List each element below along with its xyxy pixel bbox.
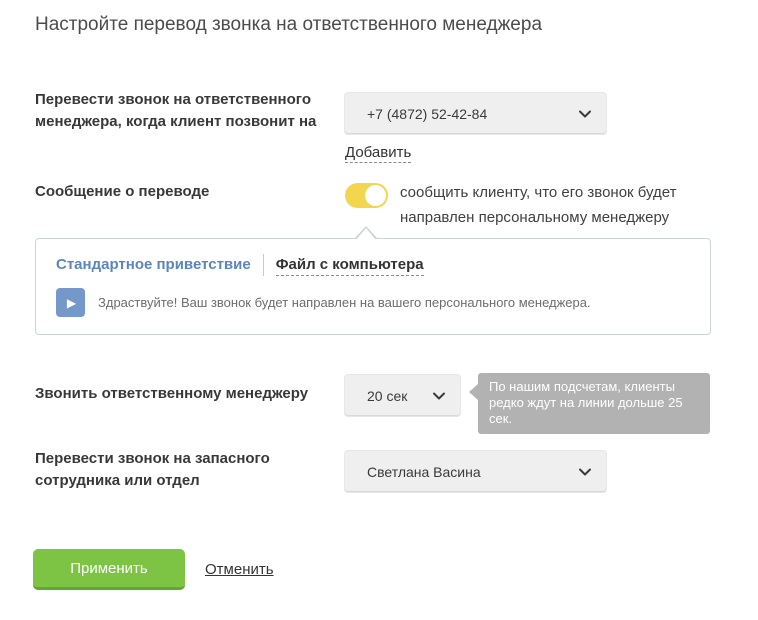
- greeting-text: Здраствуйте! Ваш звонок будет направлен …: [98, 295, 591, 310]
- chevron-down-icon: [432, 389, 446, 403]
- tab-standard-greeting[interactable]: Стандартное приветствие: [56, 255, 251, 275]
- call-transfer-settings-page: Настройте перевод звонка на ответственно…: [0, 0, 758, 620]
- backup-transfer-value: Светлана Васина: [367, 464, 481, 480]
- ring-duration-tooltip: По нашим подсчетам, клиенты редко ждут н…: [478, 373, 710, 434]
- transfer-number-dropdown[interactable]: +7 (4872) 52-42-84: [344, 92, 607, 135]
- greeting-panel: Стандартное приветствие Файл с компьютер…: [35, 238, 711, 335]
- chevron-down-icon: [578, 465, 592, 479]
- transfer-number-value: +7 (4872) 52-42-84: [367, 106, 487, 122]
- tooltip-arrow-icon: [469, 384, 478, 400]
- greeting-tabs: Стандартное приветствие Файл с компьютер…: [56, 254, 424, 276]
- play-button[interactable]: ▶: [56, 288, 85, 317]
- transfer-message-toggle[interactable]: [345, 183, 388, 208]
- tab-divider: [263, 254, 264, 276]
- ring-duration-label: Звонить ответственному менеджеру: [35, 383, 345, 405]
- toggle-knob: [365, 185, 386, 206]
- chevron-down-icon: [578, 107, 592, 121]
- page-title: Настройте перевод звонка на ответственно…: [35, 14, 542, 36]
- transfer-number-label: Перевести звонок на ответственного менед…: [35, 89, 337, 133]
- tooltip-text: По нашим подсчетам, клиенты редко ждут н…: [489, 379, 683, 426]
- play-icon: ▶: [67, 297, 76, 309]
- greeting-audio-row: ▶ Здраствуйте! Ваш звонок будет направле…: [56, 288, 591, 317]
- backup-transfer-dropdown[interactable]: Светлана Васина: [344, 450, 607, 493]
- cancel-link[interactable]: Отменить: [205, 561, 274, 578]
- backup-transfer-label: Перевести звонок на запасного сотрудника…: [35, 448, 337, 492]
- add-number-link[interactable]: Добавить: [345, 144, 411, 163]
- ring-duration-value: 20 сек: [367, 388, 407, 404]
- apply-button[interactable]: Применить: [33, 549, 185, 590]
- tab-file-from-computer[interactable]: Файл с компьютера: [276, 255, 424, 276]
- transfer-message-description: сообщить клиенту, что его звонок будет н…: [400, 180, 715, 230]
- ring-duration-dropdown[interactable]: 20 сек: [344, 374, 461, 417]
- transfer-message-label: Сообщение о переводе: [35, 181, 295, 203]
